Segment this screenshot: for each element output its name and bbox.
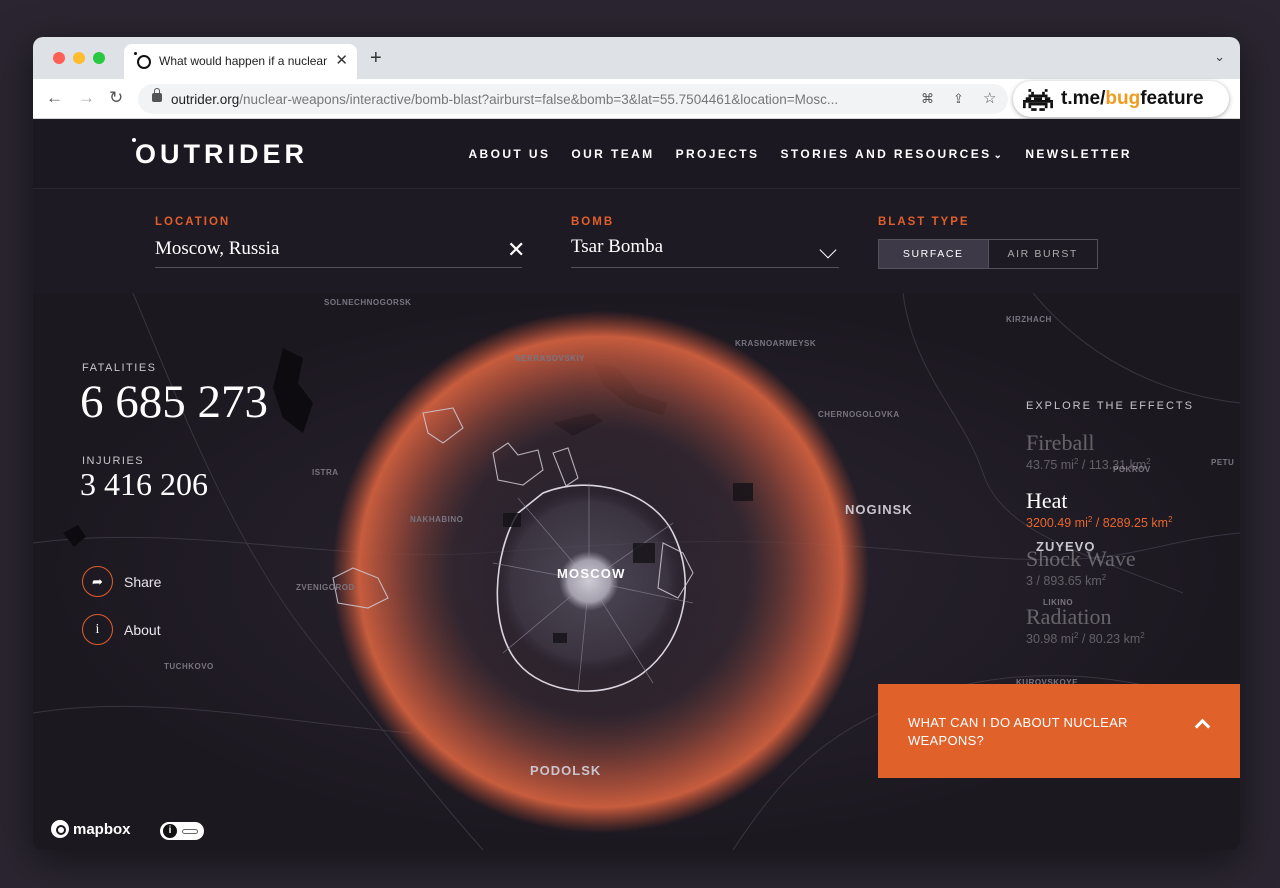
effect-shock-wave[interactable]: Shock Wave 3 / 893.65 km2 bbox=[1026, 546, 1136, 588]
site-header: OUTRIDER ABOUT US OUR TEAM PROJECTS STOR… bbox=[33, 119, 1240, 189]
effect-radiation[interactable]: Radiation 30.98 mi2 / 80.23 km2 bbox=[1026, 604, 1145, 646]
translate-icon[interactable]: ⌘ bbox=[921, 91, 934, 107]
effect-heat-area: 3200.49 mi2 / 8289.25 km2 bbox=[1026, 515, 1173, 531]
browser-tab[interactable]: What would happen if a nuclear bomb ✕ bbox=[124, 44, 357, 79]
attribution-bar bbox=[182, 829, 198, 834]
back-icon[interactable]: ← bbox=[46, 88, 63, 108]
bomb-select[interactable]: Tsar Bomba bbox=[571, 236, 663, 258]
badge-text: t.me/bugfeature bbox=[1061, 88, 1204, 110]
tab-strip: What would happen if a nuclear bomb ✕ + … bbox=[33, 37, 1240, 79]
fatalities-label: FATALITIES bbox=[82, 362, 157, 374]
space-invader-icon bbox=[1023, 89, 1053, 111]
place-nakhabino: NAKHABINO bbox=[410, 515, 464, 524]
blast-type-label: BLAST TYPE bbox=[878, 216, 970, 228]
location-input[interactable]: Moscow, Russia bbox=[155, 238, 279, 260]
nav-our-team[interactable]: OUR TEAM bbox=[571, 147, 654, 161]
share-icon[interactable]: ⇪ bbox=[953, 91, 964, 107]
nav-about-us[interactable]: ABOUT US bbox=[468, 147, 550, 161]
effect-fireball-area: 43.75 mi2 / 113.31 km2 bbox=[1026, 457, 1151, 473]
url-text[interactable]: outrider.org/nuclear-weapons/interactive… bbox=[171, 92, 911, 107]
bomb-chevron-down-icon[interactable] bbox=[819, 241, 837, 259]
effect-fireball-name: Fireball bbox=[1026, 430, 1095, 455]
effect-radiation-area: 30.98 mi2 / 80.23 km2 bbox=[1026, 631, 1145, 647]
place-chernogolovka: CHERNOGOLOVKA bbox=[818, 410, 900, 419]
location-label: LOCATION bbox=[155, 216, 231, 228]
place-solnechnogorsk: SOLNECHNOGORSK bbox=[324, 298, 412, 307]
place-noginsk: NOGINSK bbox=[845, 502, 913, 517]
bomb-underline bbox=[571, 267, 839, 268]
place-kirzhach: KIRZHACH bbox=[1006, 315, 1052, 324]
effect-shock-wave-name: Shock Wave bbox=[1026, 546, 1136, 571]
info-circle-icon: i bbox=[163, 824, 177, 838]
effect-heat-name: Heat bbox=[1026, 488, 1068, 513]
url-host: outrider.org bbox=[171, 92, 240, 107]
nav-projects[interactable]: PROJECTS bbox=[676, 147, 760, 161]
bookmark-star-icon[interactable]: ☆ bbox=[983, 89, 996, 107]
nav-stories-label: STORIES AND RESOURCES bbox=[780, 147, 992, 161]
outrider-favicon-icon bbox=[134, 52, 151, 69]
about-label: About bbox=[124, 621, 161, 638]
tab-search-icon[interactable]: ⌄ bbox=[1214, 49, 1225, 65]
place-tuchkovo: TUCHKOVO bbox=[164, 662, 214, 671]
bomb-controls: LOCATION Moscow, Russia ✕ BOMB Tsar Bomb… bbox=[33, 189, 1240, 293]
url-path: /nuclear-weapons/interactive/bomb-blast?… bbox=[239, 92, 839, 107]
browser-window: What would happen if a nuclear bomb ✕ + … bbox=[33, 37, 1240, 850]
bugfeature-badge: t.me/bugfeature bbox=[1013, 81, 1229, 117]
lock-icon bbox=[152, 88, 162, 102]
info-icon: i bbox=[82, 614, 113, 645]
close-window-button[interactable] bbox=[53, 52, 65, 64]
chevron-up-icon[interactable] bbox=[1194, 718, 1211, 735]
blast-map[interactable]: SOLNECHNOGORSK NEKRASOVSKIY KRASNOARMEYS… bbox=[33, 293, 1240, 850]
share-arrow-icon: ➦ bbox=[82, 566, 113, 597]
forward-icon[interactable]: → bbox=[78, 88, 95, 108]
bomb-label: BOMB bbox=[571, 216, 615, 228]
place-krasnoarmeysk: KRASNOARMEYSK bbox=[735, 339, 817, 348]
effect-fireball[interactable]: Fireball 43.75 mi2 / 113.31 km2 bbox=[1026, 430, 1151, 472]
blast-type-toggle: SURFACE AIR BURST bbox=[878, 239, 1098, 269]
outrider-logo[interactable]: OUTRIDER bbox=[135, 139, 308, 170]
address-bar[interactable]: outrider.org/nuclear-weapons/interactive… bbox=[138, 84, 1008, 114]
place-petushki: PETU bbox=[1211, 458, 1235, 467]
main-nav: ABOUT US OUR TEAM PROJECTS STORIES AND R… bbox=[447, 147, 1132, 161]
chevron-down-icon: ⌄ bbox=[993, 150, 1005, 161]
effect-shock-wave-area: 3 / 893.65 km2 bbox=[1026, 573, 1107, 589]
about-button[interactable]: i About bbox=[82, 614, 161, 645]
injuries-value: 3 416 206 bbox=[80, 466, 208, 502]
browser-toolbar: ← → ↻ outrider.org/nuclear-weapons/inter… bbox=[33, 79, 1240, 119]
mapbox-logo[interactable]: mapbox bbox=[51, 820, 131, 838]
tab-close-icon[interactable]: ✕ bbox=[335, 51, 348, 69]
mapbox-icon bbox=[51, 820, 69, 838]
minimize-window-button[interactable] bbox=[73, 52, 85, 64]
maximize-window-button[interactable] bbox=[93, 52, 105, 64]
fatalities-value: 6 685 273 bbox=[80, 376, 268, 428]
nav-newsletter[interactable]: NEWSLETTER bbox=[1025, 147, 1132, 161]
place-podolsk: PODOLSK bbox=[530, 763, 602, 778]
air-burst-button[interactable]: AIR BURST bbox=[987, 240, 1098, 268]
place-nekrasovskiy: NEKRASOVSKIY bbox=[515, 354, 586, 363]
badge-suffix: feature bbox=[1140, 88, 1204, 109]
badge-prefix: t.me/ bbox=[1061, 88, 1106, 109]
share-button[interactable]: ➦ Share bbox=[82, 566, 161, 597]
share-label: Share bbox=[124, 573, 162, 590]
new-tab-button[interactable]: + bbox=[370, 48, 382, 68]
nav-stories-and-resources[interactable]: STORIES AND RESOURCES ⌄ bbox=[780, 147, 1004, 161]
cta-text: WHAT CAN I DO ABOUT NUCLEAR WEAPONS? bbox=[908, 715, 1128, 748]
nuclear-weapons-cta[interactable]: WHAT CAN I DO ABOUT NUCLEAR WEAPONS? bbox=[878, 684, 1240, 778]
reload-icon[interactable]: ↻ bbox=[109, 88, 123, 108]
explore-effects-title: EXPLORE THE EFFECTS bbox=[1026, 400, 1194, 412]
place-zvenigorod: ZVENIGOROD bbox=[296, 583, 355, 592]
effect-heat[interactable]: Heat 3200.49 mi2 / 8289.25 km2 bbox=[1026, 488, 1173, 530]
place-moscow: MOSCOW bbox=[557, 566, 626, 581]
attribution-toggle[interactable]: i bbox=[160, 822, 204, 840]
tab-title: What would happen if a nuclear bomb bbox=[159, 54, 329, 68]
mapbox-text: mapbox bbox=[73, 820, 131, 838]
clear-location-icon[interactable]: ✕ bbox=[507, 239, 525, 261]
effect-radiation-name: Radiation bbox=[1026, 604, 1112, 629]
badge-accent: bug bbox=[1105, 88, 1141, 109]
place-istra: ISTRA bbox=[312, 468, 339, 477]
location-underline bbox=[155, 267, 522, 268]
surface-button[interactable]: SURFACE bbox=[879, 240, 988, 268]
